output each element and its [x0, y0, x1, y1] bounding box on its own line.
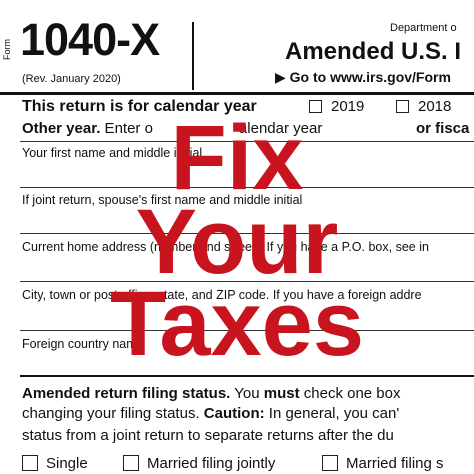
must-text: must: [263, 385, 300, 402]
option-single-label: Single: [46, 455, 88, 472]
goto-instructions: ▶ Go to www.irs.gov/Form: [275, 69, 451, 85]
filing-line-2-end: In general, you can': [264, 405, 400, 422]
filing-status-heading: Amended return filing status. You must c…: [22, 385, 401, 402]
filing-line-2-start: changing your filing status.: [22, 405, 204, 422]
header-divider: [192, 22, 194, 90]
form-title: Amended U.S. I: [285, 38, 462, 65]
filing-status-text-end: check one box: [299, 385, 401, 402]
checkbox-single[interactable]: [22, 455, 38, 471]
revision-date: (Rev. January 2020): [22, 73, 121, 85]
option-married-jointly-label: Married filing jointly: [147, 455, 276, 472]
checkbox-married-separately[interactable]: [322, 455, 338, 471]
overlay-text-taxes: Taxes: [109, 273, 365, 375]
filing-status-line-3: status from a joint return to separate r…: [22, 427, 394, 444]
form-label: Form: [2, 39, 12, 60]
section-rule: [20, 375, 474, 377]
filing-status-text: You: [230, 385, 264, 402]
department-name: Department o: [390, 22, 457, 34]
filing-status-line-2: changing your filing status. Caution: In…: [22, 405, 399, 422]
option-married-separately-label: Married filing s: [346, 455, 444, 472]
header-rule: [0, 92, 474, 95]
form-number: 1040-X: [20, 14, 160, 65]
filing-status-label: Amended return filing status.: [22, 385, 231, 402]
caution-label: Caution:: [203, 405, 265, 422]
checkbox-married-jointly[interactable]: [123, 455, 139, 471]
